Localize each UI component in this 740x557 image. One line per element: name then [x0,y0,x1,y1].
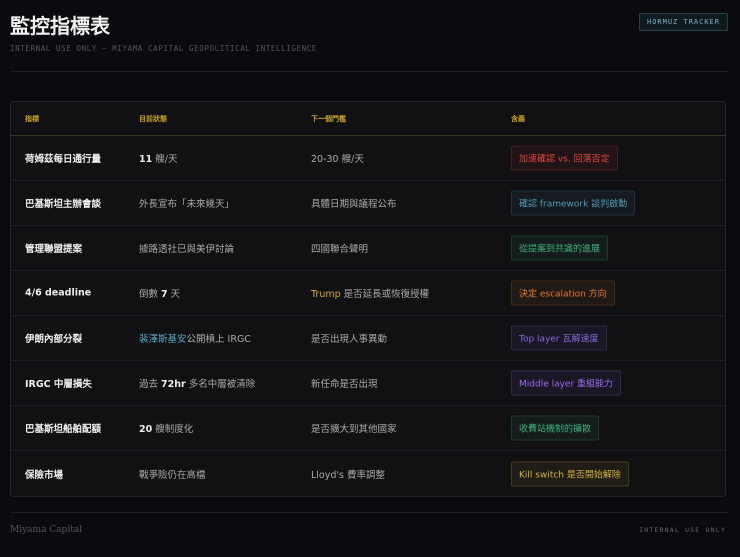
meaning-tag: Middle layer 重組能力 [511,370,622,396]
next-text: 是否延長或恢復授權 [340,289,430,300]
meaning-tag: 收費站機制的擴散 [511,415,600,441]
status-text: 艘制度化 [152,424,194,435]
next-threshold: 是否擴大到其他國家 [311,421,397,435]
status-highlight: 裴澤斯基安 [139,334,187,345]
next-threshold: 20-30 艘/天 [311,151,364,165]
status-value: 11 [139,154,153,165]
current-status: 20 艘制度化 [139,421,193,435]
indicator-name: 巴基斯坦主辦會談 [25,199,102,210]
table-header: 指標 目前狀態 下一個門檻 含義 [11,102,725,136]
indicator-name: 伊朗內部分裂 [25,334,83,345]
status-value: 72hr [161,379,186,390]
column-header-indicator: 指標 [25,114,39,123]
status-value: 20 [139,424,153,435]
next-text: 20-30 艘/天 [311,154,364,165]
next-highlight: Trump [311,289,341,300]
meaning-tag: 決定 escalation 方向 [511,280,615,306]
footer-divider [10,512,728,513]
status-text: 外長宣布「未來幾天」 [139,199,235,210]
next-text: 是否擴大到其他國家 [311,424,397,435]
status-text: 多名中層被清除 [185,379,256,390]
footer-note: INTERNAL USE ONLY [639,526,726,534]
table-row: 伊朗內部分裂 裴澤斯基安公開槓上 IRGC 是否出現人事異動 Top layer… [11,316,725,361]
status-text: 艘/天 [152,154,178,165]
status-text: 據路透社已與美伊討論 [139,244,235,255]
table-row: 荷姆茲每日通行量 11 艘/天 20-30 艘/天 加速確認 vs. 回落否定 [11,136,725,181]
current-status: 倒數 7 天 [139,286,180,300]
page-subtitle: INTERNAL USE ONLY — MIYAMA CAPITAL GEOPO… [10,44,317,53]
current-status: 據路透社已與美伊討論 [139,241,234,255]
next-threshold: Trump 是否延長或恢復授權 [311,286,429,300]
status-text: 公開槓上 IRGC [186,334,251,345]
meaning-tag: Kill switch 是否開始解除 [511,461,629,486]
current-status: 11 艘/天 [139,151,177,165]
meaning-tag: 確認 framework 談判啟動 [511,190,636,216]
tracker-badge: HORMUZ TRACKER [638,13,728,31]
next-threshold: 具體日期與議程公布 [311,196,397,210]
indicator-name: 荷姆茲每日通行量 [25,154,102,165]
table-row: 巴基斯坦船舶配額 20 艘制度化 是否擴大到其他國家 收費站機制的擴散 [11,406,725,451]
next-text: 是否出現人事異動 [311,334,388,345]
next-text: 具體日期與議程公布 [311,199,397,210]
table-row: IRGC 中層損失 過去 72hr 多名中層被清除 新任命是否出現 Middle… [11,361,725,406]
table-row: 保險市場 戰爭險仍在高檔 Lloyd's 費率調整 Kill switch 是否… [11,451,725,496]
status-prefix: 過去 [139,379,162,390]
divider [10,71,728,72]
next-text: 新任命是否出現 [311,379,378,390]
status-text: 戰爭險仍在高檔 [139,469,206,481]
column-header-meaning: 含義 [511,114,525,123]
current-status: 外長宣布「未來幾天」 [139,196,234,210]
column-header-next-threshold: 下一個門檻 [311,114,346,123]
current-status: 過去 72hr 多名中層被清除 [139,376,255,390]
next-threshold: 四國聯合聲明 [311,241,368,255]
column-header-status: 目前狀態 [139,114,167,123]
indicator-table: 指標 目前狀態 下一個門檻 含義 荷姆茲每日通行量 11 艘/天 20-30 艘… [10,101,726,497]
next-text: 四國聯合聲明 [311,244,369,255]
meaning-tag: 從提案到共識的進展 [511,235,609,261]
table-row: 管理聯盟提案 據路透社已與美伊討論 四國聯合聲明 從提案到共識的進展 [11,226,725,271]
next-threshold: 是否出現人事異動 [311,331,387,345]
next-text: Lloyd's 費率調整 [311,469,385,481]
next-threshold: 新任命是否出現 [311,376,378,390]
status-text: 天 [167,289,181,300]
indicator-name: IRGC 中層損失 [25,379,92,390]
status-prefix: 倒數 [139,289,162,300]
table-row: 4/6 deadline 倒數 7 天 Trump 是否延長或恢復授權 決定 e… [11,271,725,316]
next-threshold: Lloyd's 費率調整 [311,467,385,481]
table-row: 巴基斯坦主辦會談 外長宣布「未來幾天」 具體日期與議程公布 確認 framewo… [11,181,725,226]
current-status: 裴澤斯基安公開槓上 IRGC [139,331,251,345]
indicator-name: 巴基斯坦船舶配額 [25,424,102,435]
meaning-tag: 加速確認 vs. 回落否定 [511,145,618,171]
footer-brand: Miyama Capital [10,525,83,535]
indicator-name: 4/6 deadline [25,287,92,299]
current-status: 戰爭險仍在高檔 [139,467,206,481]
page-title: 監控指標表 [10,14,110,38]
status-value: 7 [161,289,168,300]
indicator-name: 管理聯盟提案 [25,244,83,255]
meaning-tag: Top layer 瓦解速度 [511,325,607,351]
indicator-name: 保險市場 [25,469,64,481]
